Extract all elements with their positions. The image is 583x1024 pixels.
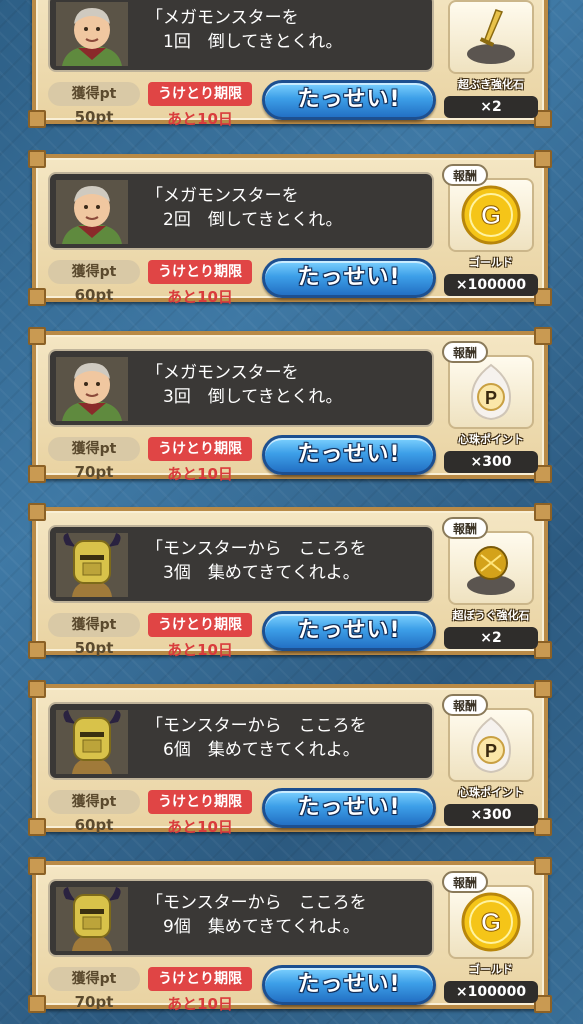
mission-message: 「モンスターから こころを 3個 集めてきてくれよ。 <box>146 539 367 583</box>
reward-quantity: ×100000 <box>444 981 538 1003</box>
reward-name: ゴールド <box>469 256 513 269</box>
points-value: 50pt <box>74 108 114 126</box>
deadline-value: あと10日 <box>167 641 233 659</box>
deadline-label: うけとり期限 <box>148 967 252 991</box>
knight-icon <box>56 887 128 951</box>
deadline-value: あと10日 <box>167 288 233 306</box>
frame-corner <box>28 503 46 521</box>
mission-message-box: 「メガモンスターを 3回 倒してきとくれ。 <box>48 349 434 427</box>
points-value: 70pt <box>74 463 114 481</box>
deadline-label: うけとり期限 <box>148 82 252 106</box>
mission-card: 「メガモンスターを 2回 倒してきとくれ。 獲得pt うけとり期限 60pt あ… <box>28 150 552 306</box>
mission-message: 「モンスターから こころを 6個 集めてきてくれよ。 <box>146 716 367 760</box>
mission-message-box: 「モンスターから こころを 3個 集めてきてくれよ。 <box>48 525 434 603</box>
gold-coin-icon <box>458 889 524 955</box>
p-orb-icon <box>458 712 524 778</box>
frame-corner <box>28 150 46 168</box>
frame-corner <box>28 465 46 483</box>
points-label: 獲得pt <box>48 613 140 637</box>
frame-corner <box>28 288 46 306</box>
reward-panel: 超ぶき強化石 ×2 <box>440 0 542 118</box>
mission-card: 「モンスターから こころを 9個 集めてきてくれよ。 獲得pt うけとり期限 7… <box>28 857 552 1013</box>
deadline-label: うけとり期限 <box>148 437 252 461</box>
shield-stone-icon <box>458 535 524 601</box>
mission-card: 「メガモンスターを 1回 倒してきとくれ。 獲得pt うけとり期限 50pt あ… <box>28 0 552 128</box>
reward-quantity: ×2 <box>444 96 538 118</box>
deadline-value: あと10日 <box>167 995 233 1013</box>
sword-stone-icon <box>458 4 524 70</box>
deadline-label: うけとり期限 <box>148 613 252 637</box>
achieve-button[interactable]: たっせい! <box>262 258 436 298</box>
reward-panel: 報酬 超ぼうぐ強化石 ×2 <box>440 517 542 649</box>
frame-corner <box>28 818 46 836</box>
reward-panel: 報酬 心珠ポイント ×300 <box>440 341 542 473</box>
frame-corner <box>28 995 46 1013</box>
achieve-button[interactable]: たっせい! <box>262 788 436 828</box>
points-label: 獲得pt <box>48 437 140 461</box>
old-woman-icon <box>56 180 128 244</box>
mission-message: 「メガモンスターを 3回 倒してきとくれ。 <box>146 363 343 407</box>
reward-quantity: ×300 <box>444 804 538 826</box>
mission-card: 「モンスターから こころを 6個 集めてきてくれよ。 獲得pt うけとり期限 6… <box>28 680 552 836</box>
deadline-label: うけとり期限 <box>148 260 252 284</box>
mission-message: 「モンスターから こころを 9個 集めてきてくれよ。 <box>146 893 367 937</box>
points-value: 70pt <box>74 993 114 1011</box>
points-value: 60pt <box>74 286 114 304</box>
old-woman-icon <box>56 2 128 66</box>
points-label: 獲得pt <box>48 967 140 991</box>
frame-corner <box>28 680 46 698</box>
reward-quantity: ×100000 <box>444 274 538 296</box>
reward-name: 超ぶき強化石 <box>458 78 524 91</box>
frame-corner <box>28 110 46 128</box>
deadline-value: あと10日 <box>167 465 233 483</box>
points-value: 60pt <box>74 816 114 834</box>
mission-card: 「メガモンスターを 3回 倒してきとくれ。 獲得pt うけとり期限 70pt あ… <box>28 327 552 483</box>
gold-coin-icon <box>458 182 524 248</box>
reward-name: 心珠ポイント <box>458 786 524 799</box>
p-orb-icon <box>458 359 524 425</box>
mission-message-box: 「メガモンスターを 1回 倒してきとくれ。 <box>48 0 434 72</box>
deadline-value: あと10日 <box>167 110 233 128</box>
deadline-value: あと10日 <box>167 818 233 836</box>
frame-corner <box>28 327 46 345</box>
frame-corner <box>28 857 46 875</box>
old-woman-icon <box>56 357 128 421</box>
points-value: 50pt <box>74 639 114 657</box>
mission-message: 「メガモンスターを 1回 倒してきとくれ。 <box>146 8 343 52</box>
reward-quantity: ×2 <box>444 627 538 649</box>
points-label: 獲得pt <box>48 82 140 106</box>
reward-quantity: ×300 <box>444 451 538 473</box>
reward-name: 超ぼうぐ強化石 <box>452 609 530 622</box>
reward-panel: 報酬 心珠ポイント ×300 <box>440 694 542 826</box>
frame-corner <box>28 641 46 659</box>
mission-message-box: 「モンスターから こころを 9個 集めてきてくれよ。 <box>48 879 434 957</box>
points-label: 獲得pt <box>48 790 140 814</box>
mission-message-box: 「メガモンスターを 2回 倒してきとくれ。 <box>48 172 434 250</box>
mission-card: 「モンスターから こころを 3個 集めてきてくれよ。 獲得pt うけとり期限 5… <box>28 503 552 659</box>
points-label: 獲得pt <box>48 260 140 284</box>
reward-name: 心珠ポイント <box>458 433 524 446</box>
reward-name: ゴールド <box>469 963 513 976</box>
knight-icon <box>56 710 128 774</box>
mission-message-box: 「モンスターから こころを 6個 集めてきてくれよ。 <box>48 702 434 780</box>
achieve-button[interactable]: たっせい! <box>262 435 436 475</box>
achieve-button[interactable]: たっせい! <box>262 80 436 120</box>
achieve-button[interactable]: たっせい! <box>262 965 436 1005</box>
achieve-button[interactable]: たっせい! <box>262 611 436 651</box>
reward-panel: 報酬 ゴールド ×100000 <box>440 871 542 1003</box>
mission-message: 「メガモンスターを 2回 倒してきとくれ。 <box>146 186 343 230</box>
reward-panel: 報酬 ゴールド ×100000 <box>440 164 542 296</box>
deadline-label: うけとり期限 <box>148 790 252 814</box>
knight-icon <box>56 533 128 597</box>
